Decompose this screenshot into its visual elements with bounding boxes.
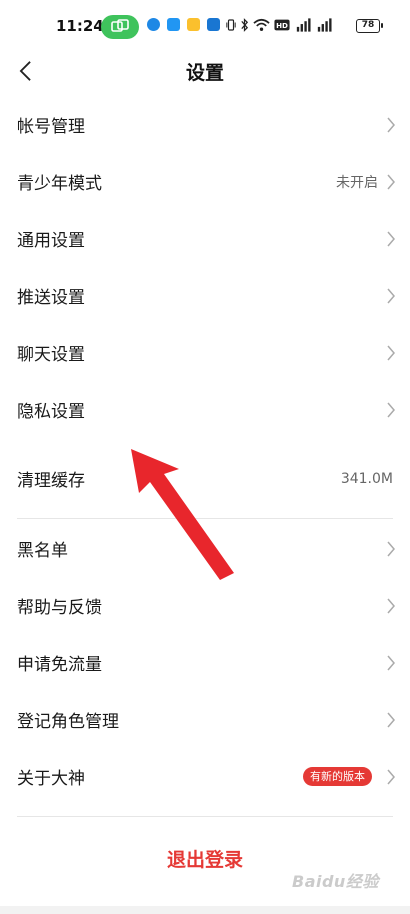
watermark-logo: Baidu经验 xyxy=(292,872,379,891)
chevron-right-icon xyxy=(387,541,395,556)
svg-text:HD: HD xyxy=(276,21,288,30)
bottom-bar xyxy=(0,906,410,914)
settings-item-free-data[interactable]: 申请免流量 xyxy=(0,634,410,691)
divider xyxy=(17,816,393,817)
chevron-right-icon xyxy=(387,231,395,246)
app-icon-yellow xyxy=(187,18,200,31)
wifi-icon xyxy=(253,16,270,34)
new-version-badge: 有新的版本 xyxy=(303,767,372,786)
settings-item-label: 通用设置 xyxy=(17,231,85,251)
bluetooth-icon xyxy=(240,16,249,34)
chevron-right-icon xyxy=(387,174,395,189)
status-time: 11:24 xyxy=(56,17,104,35)
settings-item-push[interactable]: 推送设置 xyxy=(0,267,410,324)
settings-item-label: 帮助与反馈 xyxy=(17,598,102,618)
settings-item-role-management[interactable]: 登记角色管理 xyxy=(0,691,410,748)
settings-item-label: 聊天设置 xyxy=(17,345,85,365)
screen-cast-icon[interactable] xyxy=(101,15,139,39)
settings-item-general[interactable]: 通用设置 xyxy=(0,210,410,267)
battery-icon: 78 xyxy=(356,19,383,33)
settings-item-chat[interactable]: 聊天设置 xyxy=(0,324,410,381)
chevron-right-icon xyxy=(387,655,395,670)
signal-icon-2 xyxy=(315,16,332,34)
settings-item-label: 登记角色管理 xyxy=(17,712,119,732)
settings-item-label: 申请免流量 xyxy=(17,655,102,675)
settings-item-label: 推送设置 xyxy=(17,288,85,308)
settings-item-blacklist[interactable]: 黑名单 xyxy=(0,520,410,577)
chevron-right-icon xyxy=(387,769,395,784)
cache-size: 341.0M xyxy=(340,470,393,487)
settings-item-privacy[interactable]: 隐私设置 xyxy=(0,381,410,438)
app-icon-infinity xyxy=(207,18,220,31)
divider xyxy=(17,518,393,519)
status-bar: 11:24 HD 78 xyxy=(0,0,410,54)
teen-mode-status: 未开启 xyxy=(336,174,378,191)
chevron-right-icon xyxy=(387,598,395,613)
signal-icon xyxy=(294,16,311,34)
app-icon-blue-2 xyxy=(167,18,180,31)
settings-item-help-feedback[interactable]: 帮助与反馈 xyxy=(0,577,410,634)
app-icon-blue xyxy=(147,18,160,31)
settings-item-clear-cache[interactable]: 清理缓存 341.0M xyxy=(0,450,410,507)
hd-icon: HD xyxy=(274,16,290,34)
settings-item-teen-mode[interactable]: 青少年模式 未开启 xyxy=(0,153,410,210)
vibrate-icon xyxy=(226,16,236,34)
chevron-right-icon xyxy=(387,288,395,303)
header: 设置 xyxy=(0,54,410,94)
settings-item-account[interactable]: 帐号管理 xyxy=(0,96,410,153)
settings-item-about[interactable]: 关于大神 有新的版本 xyxy=(0,748,410,805)
chevron-right-icon xyxy=(387,712,395,727)
settings-item-label: 帐号管理 xyxy=(17,117,85,137)
chevron-right-icon xyxy=(387,117,395,132)
chevron-right-icon xyxy=(387,402,395,417)
settings-item-label: 清理缓存 xyxy=(17,471,85,491)
page-title: 设置 xyxy=(185,62,224,84)
settings-item-label: 黑名单 xyxy=(17,541,68,561)
settings-item-label: 关于大神 xyxy=(17,769,85,789)
chevron-right-icon xyxy=(387,345,395,360)
settings-item-label: 青少年模式 xyxy=(17,174,102,194)
settings-item-label: 隐私设置 xyxy=(17,402,85,422)
